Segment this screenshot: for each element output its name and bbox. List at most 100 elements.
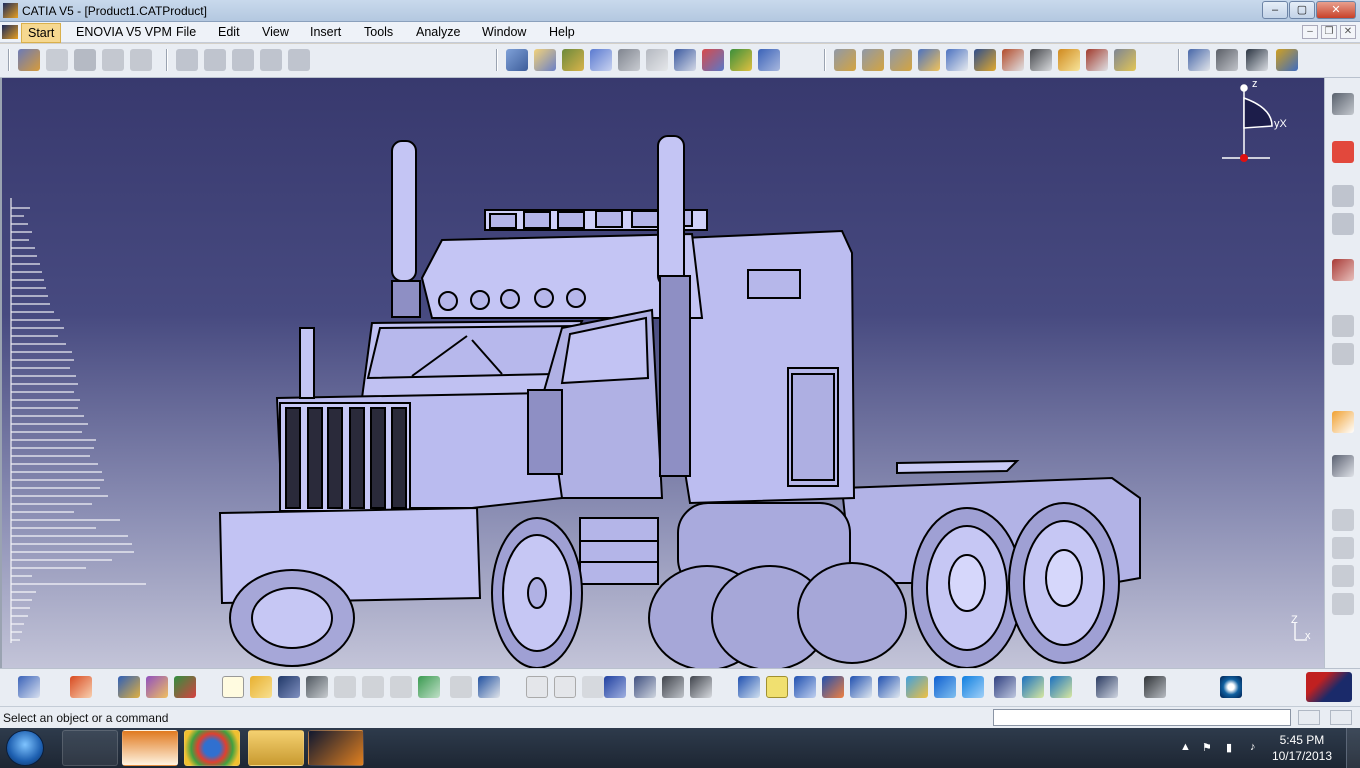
cut-icon[interactable] (1332, 509, 1354, 531)
copy-icon[interactable] (362, 676, 384, 698)
menu-tools[interactable]: Tools (364, 25, 393, 39)
menu-start[interactable]: Start (21, 23, 62, 43)
clipboard-icon[interactable] (1096, 676, 1118, 698)
camera-icon[interactable] (1144, 676, 1166, 698)
mechanism-icon[interactable] (862, 49, 884, 71)
maximize-button[interactable]: ▢ (1289, 1, 1315, 19)
catia-taskbar-button[interactable] (308, 730, 364, 766)
copy-icon[interactable] (1332, 565, 1354, 587)
scene-icon[interactable] (1216, 49, 1238, 71)
generate-numbering-icon[interactable] (232, 49, 254, 71)
selective-load-icon[interactable] (260, 49, 282, 71)
truck-model[interactable] (2, 78, 1324, 668)
app-cube-icon[interactable] (118, 676, 140, 698)
people-icon[interactable] (1332, 259, 1354, 281)
redo-icon[interactable] (450, 676, 472, 698)
network-error-icon[interactable]: ⚑ (1202, 741, 1216, 755)
swap-visible-space-icon[interactable] (1050, 676, 1072, 698)
pcs-icon[interactable] (1332, 141, 1354, 163)
menu-help[interactable]: Help (549, 25, 575, 39)
tray-expand-icon[interactable]: ▲ (1180, 741, 1194, 755)
start-menu-icon[interactable] (2, 25, 18, 39)
rotate-icon[interactable] (822, 676, 844, 698)
catalog-icon[interactable] (1332, 185, 1354, 207)
kinematics-icon[interactable] (890, 49, 912, 71)
clock[interactable]: 5:45 PM 10/17/2013 (1272, 732, 1332, 764)
fit-all-icon[interactable] (766, 676, 788, 698)
formula-icon[interactable] (526, 676, 548, 698)
catalog-browser-icon[interactable] (18, 49, 40, 71)
menu-window[interactable]: Window (482, 25, 526, 39)
pan-arrows-icon[interactable] (794, 676, 816, 698)
manage-representations-icon[interactable] (288, 49, 310, 71)
internet-explorer-icon[interactable] (62, 730, 118, 766)
menu-file[interactable]: File (176, 25, 196, 39)
smart-move-icon[interactable] (562, 49, 584, 71)
media-player-icon[interactable] (122, 730, 178, 766)
bill-of-material-icon[interactable] (1002, 49, 1024, 71)
knowledge-rule-icon[interactable] (582, 676, 604, 698)
help-pointer-icon[interactable] (478, 676, 500, 698)
scenario-icon[interactable] (690, 676, 712, 698)
new-product-icon[interactable] (74, 49, 96, 71)
menu-insert[interactable]: Insert (310, 25, 341, 39)
command-history-button[interactable] (1330, 710, 1352, 725)
snap-icon[interactable] (534, 49, 556, 71)
part-icon[interactable] (18, 676, 40, 698)
shading-icon[interactable] (994, 676, 1016, 698)
volume-icon[interactable]: ♪ (1250, 741, 1264, 755)
table-icon[interactable] (604, 676, 626, 698)
menu-analyze[interactable]: Analyze (416, 25, 460, 39)
select-move-icon[interactable] (1332, 455, 1354, 477)
catia-app-icon[interactable] (3, 3, 18, 18)
minimize-button[interactable]: – (1262, 1, 1288, 19)
zoom-in-icon[interactable] (850, 676, 872, 698)
show-desktop-button[interactable] (1346, 728, 1360, 768)
publish-icon[interactable] (1188, 49, 1210, 71)
pan-icon[interactable] (1332, 343, 1354, 365)
coincidence-constraint-icon[interactable] (646, 49, 668, 71)
replace-component-icon[interactable] (176, 49, 198, 71)
multi-view-icon[interactable] (934, 676, 956, 698)
paste-icon[interactable] (390, 676, 412, 698)
save-icon[interactable] (278, 676, 300, 698)
hide-show-icon[interactable] (1022, 676, 1044, 698)
hand-tool-icon[interactable] (1332, 315, 1354, 337)
existing-component-icon[interactable] (130, 49, 152, 71)
distance-icon[interactable] (1086, 49, 1108, 71)
command-input[interactable] (993, 709, 1291, 726)
new-file-icon[interactable] (222, 676, 244, 698)
doc-close-button[interactable]: ✕ (1340, 25, 1356, 39)
offset-constraint-icon[interactable] (702, 49, 724, 71)
enovia-icon[interactable] (1220, 676, 1242, 698)
component-tree-icon[interactable] (1332, 213, 1354, 235)
explode-icon[interactable] (590, 49, 612, 71)
menu-edit[interactable]: Edit (218, 25, 240, 39)
export-icon[interactable] (946, 49, 968, 71)
gear-assembly-icon[interactable] (834, 49, 856, 71)
stop-manipulate-on-clash-icon[interactable] (618, 49, 640, 71)
app-blocks-icon[interactable] (174, 676, 196, 698)
doc-minimize-button[interactable]: – (1302, 25, 1318, 39)
manipulation-icon[interactable] (506, 49, 528, 71)
update-icon[interactable] (730, 49, 752, 71)
file-explorer-icon[interactable] (248, 730, 304, 766)
new-component-icon[interactable] (46, 49, 68, 71)
chrome-icon[interactable] (184, 730, 240, 766)
knowledge-icon[interactable] (1276, 49, 1298, 71)
comment-icon[interactable] (554, 676, 576, 698)
undo-icon[interactable] (418, 676, 440, 698)
select-arrow-icon[interactable] (1332, 411, 1354, 433)
cut-icon[interactable] (334, 676, 356, 698)
expand-icon[interactable] (1332, 537, 1354, 559)
stop-command-button[interactable] (1298, 710, 1320, 725)
menu-view[interactable]: View (262, 25, 289, 39)
3d-viewport[interactable]: z yX Z x (0, 78, 1324, 668)
lock-icon[interactable] (662, 676, 684, 698)
open-folder-icon[interactable] (250, 676, 272, 698)
fix-component-icon[interactable] (758, 49, 780, 71)
app-sphere-icon[interactable] (146, 676, 168, 698)
fly-mode-icon[interactable] (738, 676, 760, 698)
doc-restore-button[interactable]: ❐ (1321, 25, 1337, 39)
tree-icon[interactable] (634, 676, 656, 698)
